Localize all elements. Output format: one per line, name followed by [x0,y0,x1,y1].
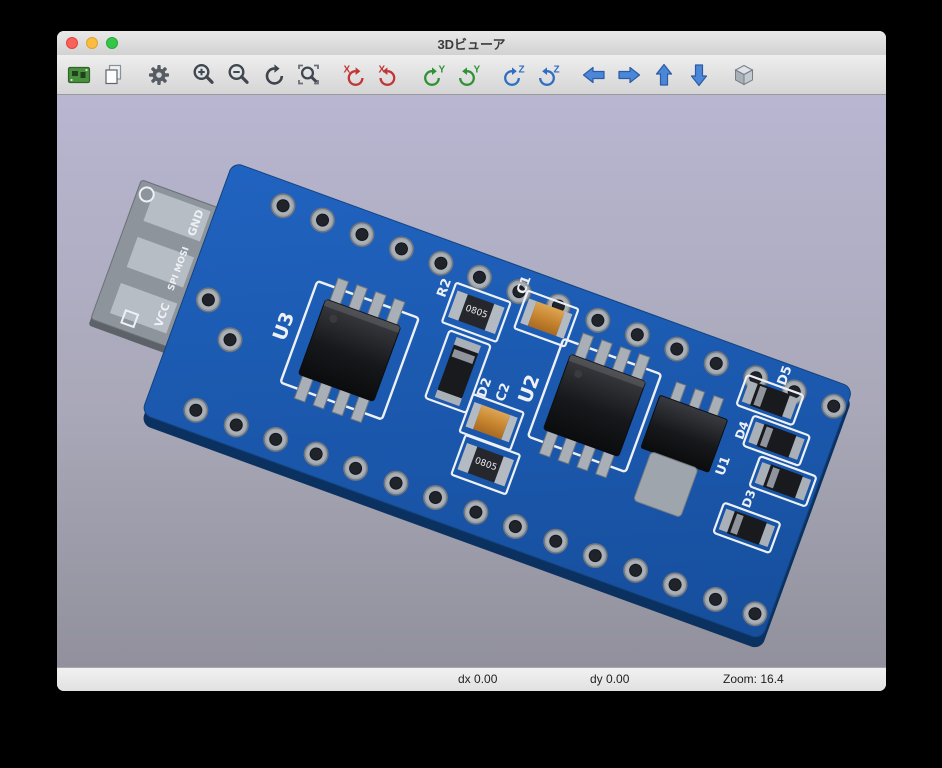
board-render: GND SPI MOSI VCC U3 U2 U1 0805 R2 0805 C… [89,164,851,648]
status-dx: dx 0.00 [458,672,498,686]
pcb-board [143,164,851,648]
ortho-projection-button[interactable] [728,59,760,91]
svg-text:Y: Y [439,64,446,75]
window-title: 3Dビューア [437,36,506,52]
rotate-x-cw-button[interactable]: X [338,59,370,91]
arrow-right-icon [618,66,641,83]
arrow-up-icon [655,63,673,86]
arrow-down-icon [690,63,708,86]
svg-text:Z: Z [554,64,560,75]
zoom-fit-icon [298,64,319,84]
cube-icon [734,64,754,85]
status-dy: dy 0.00 [590,672,630,686]
3d-viewer-window: 3Dビューア X X Y Y Z Z GND SPI MOSI VCC U3 U… [57,31,886,691]
rotate-y-ccw-icon: Y [459,64,481,86]
title-bar: 3Dビューア [57,31,886,55]
rotate-z-cw-icon: Z [504,64,525,86]
toolbar: X X Y Y Z Z [57,55,886,95]
status-bar: dx 0.00 dy 0.00 Zoom: 16.4 [57,667,886,691]
copy-icon [105,64,122,84]
copy-image-button[interactable] [98,59,130,91]
pcb-board-icon [67,66,91,83]
rotate-x-ccw-button[interactable]: X [373,59,405,91]
move-right-button[interactable] [613,59,645,91]
rotate-z-ccw-icon: Z [539,64,560,86]
rotate-y-ccw-button[interactable]: Y [453,59,485,91]
rotate-y-cw-icon: Y [424,64,446,86]
gear-icon [149,64,169,85]
redraw-button[interactable] [258,59,290,91]
traffic-lights [66,37,118,49]
move-down-button[interactable] [683,59,715,91]
zoom-out-button[interactable] [223,59,255,91]
zoom-in-button[interactable] [188,59,220,91]
redraw-icon [265,63,284,85]
rotate-z-ccw-button[interactable]: Z [533,59,565,91]
status-zoom: Zoom: 16.4 [723,672,784,686]
rotate-y-cw-button[interactable]: Y [418,59,450,91]
render-options-button[interactable] [143,59,175,91]
zoom-window-button[interactable] [106,37,118,49]
rotate-x-ccw-icon: X [379,64,396,86]
move-left-button[interactable] [578,59,610,91]
rotate-z-cw-button[interactable]: Z [498,59,530,91]
rotate-x-cw-icon: X [344,64,364,86]
viewport-3d[interactable]: GND SPI MOSI VCC U3 U2 U1 0805 R2 0805 C… [57,95,886,667]
zoom-fit-button[interactable] [293,59,325,91]
arrow-left-icon [582,66,605,83]
minimize-button[interactable] [86,37,98,49]
svg-text:Z: Z [519,64,525,75]
close-button[interactable] [66,37,78,49]
move-up-button[interactable] [648,59,680,91]
zoom-out-icon [228,63,249,84]
reload-board-button[interactable] [63,59,95,91]
zoom-in-icon [193,63,214,84]
svg-text:Y: Y [474,64,481,75]
